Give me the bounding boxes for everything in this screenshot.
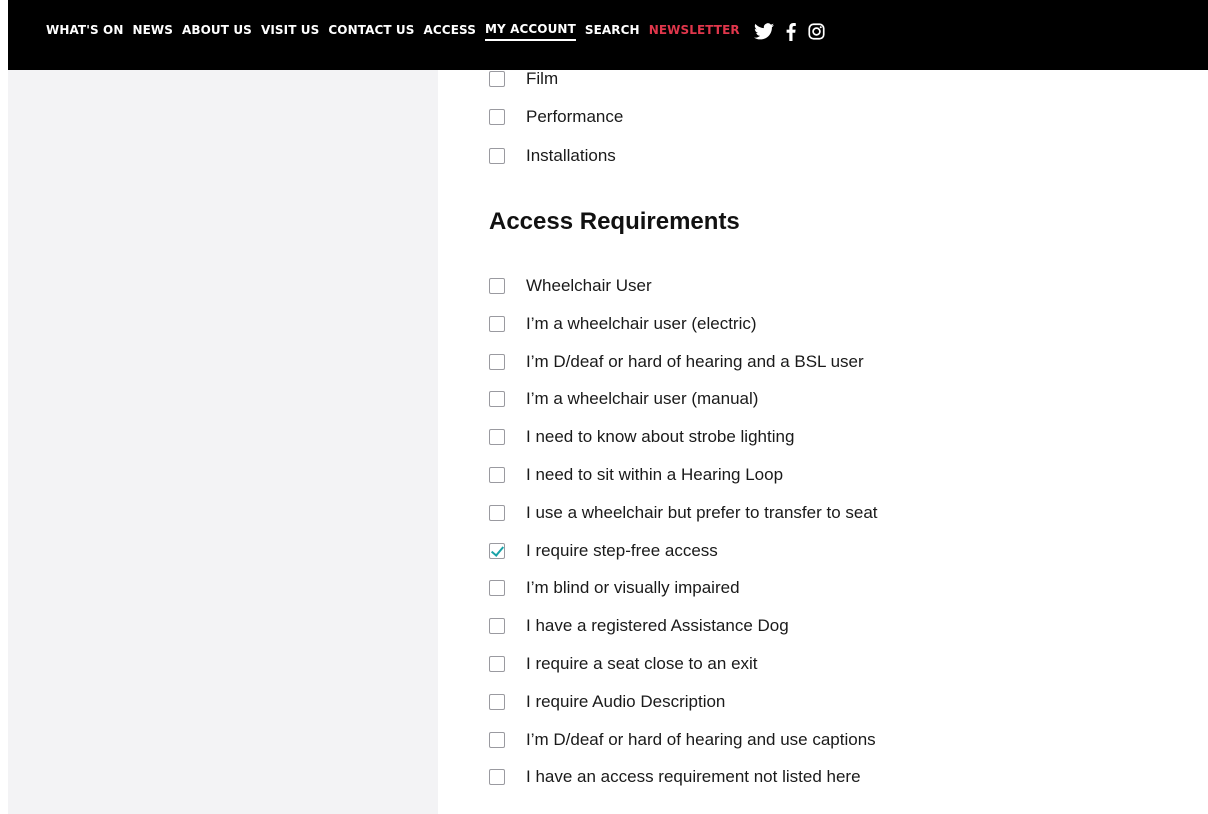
checkbox[interactable] <box>489 618 505 635</box>
checkbox[interactable] <box>489 769 505 786</box>
option-label: I’m blind or visually impaired <box>526 578 740 598</box>
checkbox[interactable] <box>489 109 505 125</box>
access-option[interactable]: I’m blind or visually impaired <box>489 576 740 600</box>
option-label: I have an access requirement not listed … <box>526 767 861 787</box>
checkbox[interactable] <box>489 656 505 672</box>
checkbox[interactable] <box>489 504 505 521</box>
checkbox[interactable] <box>489 353 505 370</box>
checkbox[interactable] <box>489 731 505 748</box>
access-option[interactable]: I’m a wheelchair user (electric) <box>489 312 757 336</box>
access-option[interactable]: I need to know about strobe lighting <box>489 425 794 449</box>
option-label: Film <box>526 69 559 88</box>
nav-news[interactable]: NEWS <box>132 23 173 40</box>
option-label: I have a registered Assistance Dog <box>526 616 789 636</box>
interest-film-option[interactable]: Film <box>489 67 558 91</box>
checkbox[interactable] <box>489 71 505 87</box>
access-option[interactable]: I’m a wheelchair user (manual) <box>489 387 758 411</box>
option-label: I use a wheelchair but prefer to transfe… <box>526 502 878 522</box>
access-option[interactable]: I require Audio Description <box>489 690 725 714</box>
checkbox[interactable] <box>489 278 505 294</box>
twitter-icon[interactable] <box>753 23 774 40</box>
nav-search[interactable]: SEARCH <box>585 23 640 40</box>
access-option[interactable]: I need to sit within a Hearing Loop <box>489 463 783 487</box>
checkbox[interactable] <box>489 467 505 483</box>
access-option[interactable]: I require step-free access <box>489 539 718 563</box>
nav-whats-on[interactable]: WHAT'S ON <box>46 23 123 40</box>
option-label: Performance <box>526 107 624 126</box>
option-label: Installations <box>526 146 616 165</box>
access-option[interactable]: Wheelchair User <box>489 274 652 298</box>
checkbox[interactable] <box>489 391 505 408</box>
checkbox[interactable] <box>489 315 505 332</box>
option-label: I require Audio Description <box>526 691 726 711</box>
checkbox[interactable] <box>489 429 505 446</box>
nav-about-us[interactable]: ABOUT US <box>182 23 252 40</box>
facebook-icon[interactable] <box>786 22 796 41</box>
interest-installations-option[interactable]: Installations <box>489 144 616 168</box>
option-label: I’m D/deaf or hard of hearing and use ca… <box>526 729 876 749</box>
access-option[interactable]: I use a wheelchair but prefer to transfe… <box>489 501 878 525</box>
access-option[interactable]: I require a seat close to an exit <box>489 652 758 676</box>
nav-my-account[interactable]: MY ACCOUNT <box>484 22 576 41</box>
instagram-icon[interactable] <box>808 23 825 40</box>
option-label: I need to sit within a Hearing Loop <box>526 465 784 484</box>
interest-performance-option[interactable]: Performance <box>489 105 623 129</box>
option-label: Wheelchair User <box>526 276 652 295</box>
access-option[interactable]: I’m D/deaf or hard of hearing and a BSL … <box>489 350 864 374</box>
social-links <box>753 22 837 41</box>
checkbox[interactable] <box>489 148 505 164</box>
option-label: I need to know about strobe lighting <box>526 427 795 447</box>
option-label: I’m a wheelchair user (manual) <box>526 389 759 409</box>
option-label: I require a seat close to an exit <box>526 654 758 673</box>
checkbox-checked[interactable] <box>489 542 505 559</box>
nav-contact-us[interactable]: CONTACT US <box>328 23 414 40</box>
option-label: I’m a wheelchair user (electric) <box>526 313 757 333</box>
nav-visit-us[interactable]: VISIT US <box>261 23 319 40</box>
nav-newsletter[interactable]: NEWSLETTER <box>649 23 740 40</box>
checkbox[interactable] <box>489 580 505 597</box>
option-label: I’m D/deaf or hard of hearing and a BSL … <box>526 351 864 371</box>
left-sidebar-panel <box>8 0 438 814</box>
access-option[interactable]: I’m D/deaf or hard of hearing and use ca… <box>489 728 876 752</box>
top-navigation-bar: WHAT'S ON NEWS ABOUT US VISIT US CONTACT… <box>8 0 1208 70</box>
main-nav: WHAT'S ON NEWS ABOUT US VISIT US CONTACT… <box>46 22 837 41</box>
nav-access[interactable]: ACCESS <box>424 23 476 40</box>
access-option[interactable]: I have a registered Assistance Dog <box>489 614 789 638</box>
access-requirements-heading: Access Requirements <box>489 208 740 235</box>
option-label: I require step-free access <box>526 540 718 560</box>
checkbox[interactable] <box>489 693 505 710</box>
access-option[interactable]: I have an access requirement not listed … <box>489 765 861 789</box>
